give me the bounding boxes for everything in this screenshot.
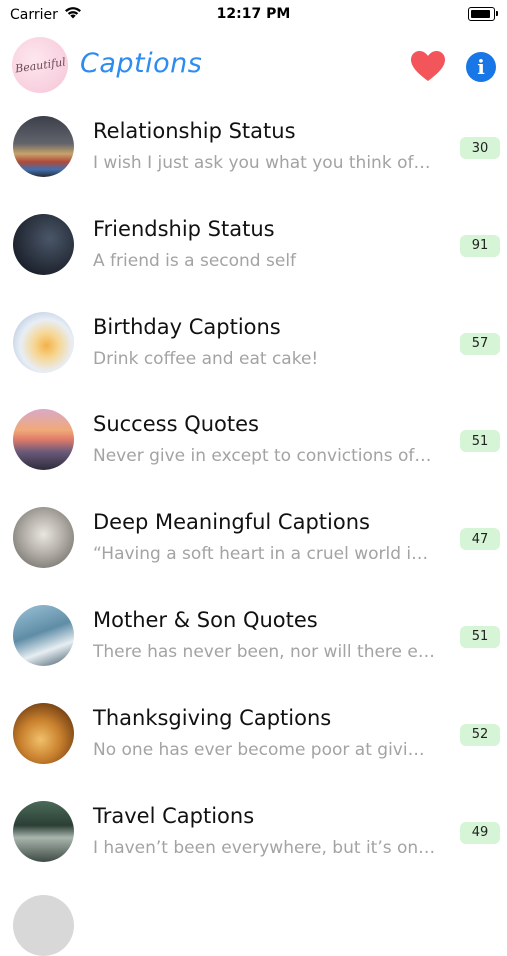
category-thumbnail xyxy=(13,702,74,764)
list-item[interactable]: Thanksgiving Captions No one has ever be… xyxy=(0,684,507,782)
list-item[interactable]: Relationship Status I wish I just ask yo… xyxy=(0,97,507,195)
category-title: Mother & Son Quotes xyxy=(93,607,318,632)
count-badge: 51 xyxy=(460,430,500,453)
category-subtitle: “Having a soft heart in a cruel world i… xyxy=(93,544,429,565)
favorites-button[interactable] xyxy=(410,50,446,82)
category-subtitle: A friend is a second self xyxy=(93,250,297,271)
category-subtitle: I haven’t been everywhere, but it’s on… xyxy=(93,837,436,858)
status-time: 12:17 PM xyxy=(216,6,291,22)
category-subtitle: Never give in except to convictions of… xyxy=(93,446,432,467)
logo-text: Beautiful xyxy=(13,55,67,75)
category-subtitle: Drink coffee and eat cake! xyxy=(93,348,319,369)
count-badge: 30 xyxy=(460,137,500,159)
list-item[interactable]: Travel Captions I haven’t been everywher… xyxy=(0,782,507,880)
page-title: Captions xyxy=(80,48,203,79)
navigation-bar: Beautiful Captions i xyxy=(0,34,507,96)
category-thumbnail xyxy=(13,311,74,373)
category-title: Relationship Status xyxy=(93,119,296,143)
list-item[interactable]: Success Quotes Never give in except to c… xyxy=(0,390,507,488)
battery-icon xyxy=(468,7,498,21)
info-icon: i xyxy=(477,55,485,79)
category-thumbnail xyxy=(13,800,74,862)
count-badge: 91 xyxy=(460,234,500,257)
list-item[interactable]: Mother & Son Quotes There has never been… xyxy=(0,586,507,684)
category-thumbnail xyxy=(13,213,74,275)
list-item[interactable]: Birthday Captions Drink coffee and eat c… xyxy=(0,293,507,391)
category-subtitle: I wish I just ask you what you think of… xyxy=(93,153,431,173)
category-title: Thanksgiving Captions xyxy=(93,705,332,730)
heart-icon xyxy=(411,51,445,81)
category-thumbnail xyxy=(13,507,74,569)
category-title: Friendship Status xyxy=(93,216,275,241)
category-list: Relationship Status I wish I just ask yo… xyxy=(0,97,507,879)
category-subtitle: There has never been, nor will there e… xyxy=(93,641,435,662)
info-button[interactable]: i xyxy=(466,52,496,82)
category-title: Success Quotes xyxy=(93,412,259,437)
category-thumbnail xyxy=(13,604,74,666)
status-bar: Carrier 12:17 PM xyxy=(0,0,507,30)
category-title: Travel Captions xyxy=(93,803,255,828)
category-thumbnail xyxy=(13,116,74,177)
count-badge: 51 xyxy=(460,625,500,648)
count-badge: 47 xyxy=(460,528,500,551)
category-subtitle: No one has ever become poor at givi… xyxy=(93,739,425,760)
list-item[interactable]: Friendship Status A friend is a second s… xyxy=(0,195,507,293)
list-item[interactable]: Deep Meaningful Captions “Having a soft … xyxy=(0,488,507,586)
app-logo: Beautiful xyxy=(12,37,68,93)
category-title: Birthday Captions xyxy=(93,314,281,339)
count-badge: 57 xyxy=(460,332,500,355)
category-title: Deep Meaningful Captions xyxy=(93,510,370,535)
category-thumbnail xyxy=(13,409,74,471)
count-badge: 52 xyxy=(460,723,500,746)
count-badge: 49 xyxy=(460,821,500,844)
category-thumbnail-partial xyxy=(13,895,74,956)
